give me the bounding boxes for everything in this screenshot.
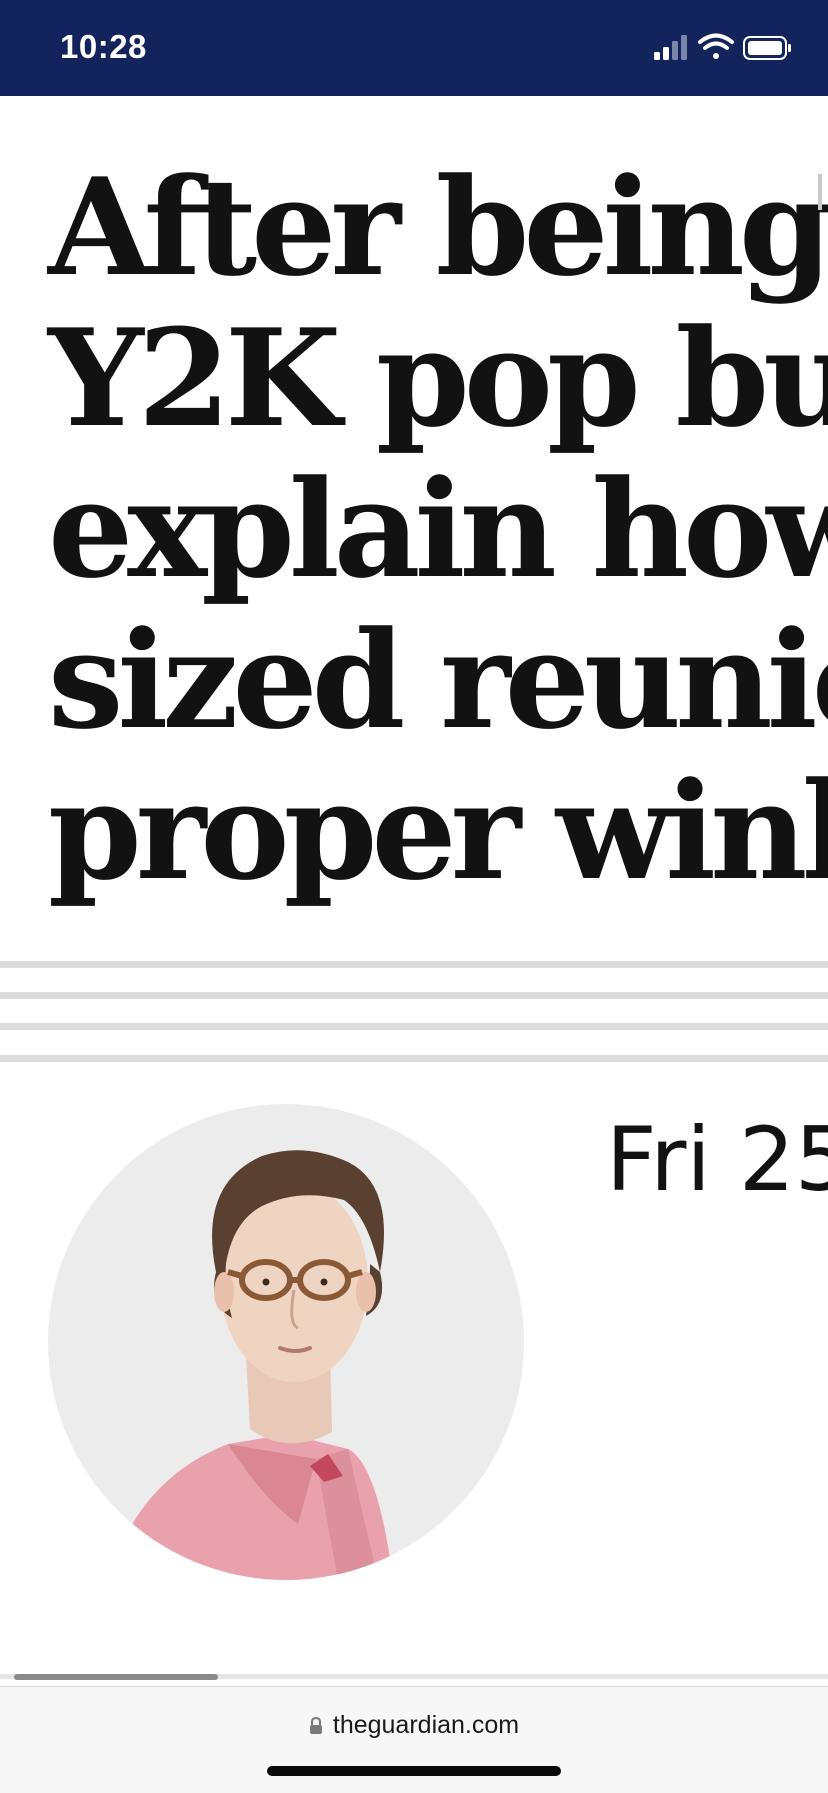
cellular-signal-icon bbox=[654, 35, 687, 60]
article-meta: Fri 25 bbox=[560, 1090, 828, 1230]
headline-viewport: After being fa Y2K pop butt explain how … bbox=[0, 96, 828, 926]
headline-line: sized reunion bbox=[48, 601, 828, 759]
status-bar: 10:28 bbox=[0, 0, 828, 96]
headline-line: Y2K pop butt bbox=[48, 299, 828, 457]
divider-line bbox=[0, 992, 828, 999]
divider-line bbox=[0, 961, 828, 968]
lock-icon bbox=[309, 1717, 322, 1734]
author-avatar[interactable] bbox=[48, 1104, 524, 1580]
status-time: 10:28 bbox=[60, 28, 147, 65]
article-headline: After being fa Y2K pop butt explain how … bbox=[48, 152, 828, 907]
headline-line: proper winke bbox=[48, 752, 828, 910]
home-indicator[interactable] bbox=[267, 1766, 561, 1776]
divider-line bbox=[0, 1055, 828, 1062]
author-photo bbox=[108, 1150, 393, 1580]
article-date: Fri 25 bbox=[606, 1108, 828, 1211]
browser-bottom-bar: theguardian.com bbox=[0, 1686, 828, 1793]
battery-icon bbox=[743, 36, 791, 60]
url-text: theguardian.com bbox=[332, 1711, 520, 1739]
headline-line: After being fa bbox=[48, 148, 828, 306]
address-bar[interactable]: theguardian.com bbox=[0, 1711, 828, 1740]
wifi-icon bbox=[698, 33, 734, 59]
status-icons bbox=[654, 33, 791, 60]
divider-line bbox=[0, 1023, 828, 1030]
vertical-scroll-indicator bbox=[818, 174, 822, 210]
horizontal-scroll-thumb[interactable] bbox=[14, 1674, 218, 1680]
headline-line: explain how t bbox=[48, 450, 828, 608]
